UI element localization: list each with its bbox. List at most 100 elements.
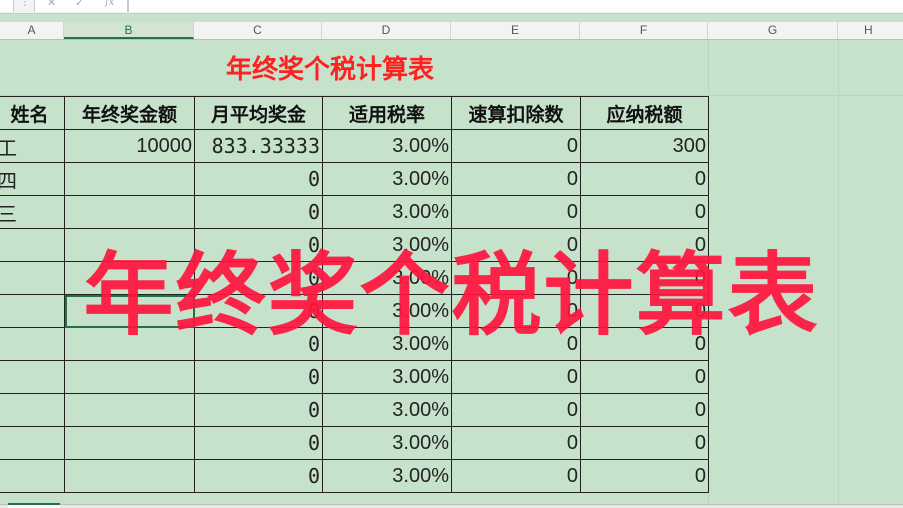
column-header-c[interactable]: C xyxy=(194,22,322,39)
formula-bar: ⋮ ✕ ✓ fx xyxy=(0,0,903,14)
insert-function-icon[interactable]: fx xyxy=(105,0,114,8)
enter-check-icon[interactable]: ✓ xyxy=(75,0,84,9)
cell-rate[interactable]: 3.00% xyxy=(322,393,452,427)
cell-rate[interactable]: 3.00% xyxy=(322,129,452,163)
table-row: 0 3.00% 0 0 xyxy=(0,261,709,295)
sheet-tab[interactable] xyxy=(8,503,60,508)
cell-rate[interactable]: 3.00% xyxy=(322,294,452,328)
header-tax-payable[interactable]: 应纳税额 xyxy=(580,96,709,130)
cell-tax[interactable]: 0 xyxy=(580,327,709,361)
cell-rate[interactable]: 3.00% xyxy=(322,327,452,361)
cell-deduction[interactable]: 0 xyxy=(451,261,581,295)
cell-rate[interactable]: 3.00% xyxy=(322,459,452,493)
name-box[interactable] xyxy=(0,0,14,12)
column-header-d[interactable]: D xyxy=(322,22,451,39)
formula-bar-separator: ⋮ xyxy=(20,0,30,8)
column-header-h[interactable]: H xyxy=(838,22,903,39)
formula-input[interactable] xyxy=(128,0,903,12)
cell-name[interactable] xyxy=(0,261,65,295)
cell-name[interactable] xyxy=(0,228,65,262)
cell-deduction[interactable]: 0 xyxy=(451,294,581,328)
cell-monthly-avg[interactable]: 0 xyxy=(194,459,323,493)
cell-monthly-avg[interactable]: 0 xyxy=(194,195,323,229)
cancel-icon[interactable]: ✕ xyxy=(47,0,56,9)
formula-buttons: ✕ ✓ fx xyxy=(34,0,128,12)
cell-rate[interactable]: 3.00% xyxy=(322,162,452,196)
cell-name[interactable] xyxy=(0,294,65,328)
cell-monthly-avg[interactable]: 833.33333 xyxy=(194,129,323,163)
header-name[interactable]: 姓名 xyxy=(0,96,65,130)
cell-rate[interactable]: 3.00% xyxy=(322,360,452,394)
table-row: 四 0 3.00% 0 0 xyxy=(0,162,709,196)
column-header-f[interactable]: F xyxy=(580,22,708,39)
cell-tax[interactable]: 0 xyxy=(580,426,709,460)
cell-deduction[interactable]: 0 xyxy=(451,228,581,262)
cell-monthly-avg[interactable]: 0 xyxy=(194,294,323,328)
cell-deduction[interactable]: 0 xyxy=(451,195,581,229)
cell-deduction[interactable]: 0 xyxy=(451,426,581,460)
table-row: 0 3.00% 0 0 xyxy=(0,228,709,262)
cell-bonus[interactable] xyxy=(64,393,195,427)
table-row: 0 3.00% 0 0 xyxy=(0,426,709,460)
sheet-title[interactable]: 年终奖个税计算表 xyxy=(64,48,596,92)
table-header-row: 姓名 年终奖金额 月平均奖金 适用税率 速算扣除数 应纳税额 xyxy=(0,96,709,130)
cell-tax[interactable]: 300 xyxy=(580,129,709,163)
cell-name[interactable] xyxy=(0,393,65,427)
header-tax-rate[interactable]: 适用税率 xyxy=(322,96,452,130)
cell-bonus[interactable] xyxy=(64,327,195,361)
cell-bonus[interactable] xyxy=(64,426,195,460)
cell-tax[interactable]: 0 xyxy=(580,228,709,262)
cell-monthly-avg[interactable]: 0 xyxy=(194,261,323,295)
cell-bonus[interactable] xyxy=(64,459,195,493)
cell-bonus[interactable] xyxy=(64,162,195,196)
cell-name[interactable]: 三 xyxy=(0,195,65,229)
sheet-grid[interactable]: 年终奖个税计算表 姓名 年终奖金额 月平均奖金 适用税率 速算扣除数 应纳税额 xyxy=(0,40,903,508)
tax-table: 姓名 年终奖金额 月平均奖金 适用税率 速算扣除数 应纳税额 工 10000 8… xyxy=(0,96,709,493)
cell-monthly-avg[interactable]: 0 xyxy=(194,393,323,427)
cell-bonus[interactable] xyxy=(64,228,195,262)
cell-rate[interactable]: 3.00% xyxy=(322,426,452,460)
cell-deduction[interactable]: 0 xyxy=(451,360,581,394)
header-bonus-amount[interactable]: 年终奖金额 xyxy=(64,96,195,130)
cell-name[interactable] xyxy=(0,360,65,394)
column-header-g[interactable]: G xyxy=(708,22,838,39)
cell-tax[interactable]: 0 xyxy=(580,360,709,394)
selected-cell[interactable] xyxy=(64,294,195,328)
cell-tax[interactable]: 0 xyxy=(580,261,709,295)
cell-deduction[interactable]: 0 xyxy=(451,129,581,163)
cell-name[interactable]: 四 xyxy=(0,162,65,196)
header-monthly-average[interactable]: 月平均奖金 xyxy=(194,96,323,130)
cell-tax[interactable]: 0 xyxy=(580,459,709,493)
column-header-a[interactable]: A xyxy=(0,22,64,39)
table-row: 0 3.00% 0 0 xyxy=(0,360,709,394)
cell-monthly-avg[interactable]: 0 xyxy=(194,327,323,361)
cell-name[interactable] xyxy=(0,327,65,361)
status-bar xyxy=(0,504,903,508)
cell-deduction[interactable]: 0 xyxy=(451,162,581,196)
cell-deduction[interactable]: 0 xyxy=(451,393,581,427)
cell-deduction[interactable]: 0 xyxy=(451,327,581,361)
header-quick-deduction[interactable]: 速算扣除数 xyxy=(451,96,581,130)
cell-deduction[interactable]: 0 xyxy=(451,459,581,493)
cell-rate[interactable]: 3.00% xyxy=(322,261,452,295)
cell-rate[interactable]: 3.00% xyxy=(322,195,452,229)
cell-tax[interactable]: 0 xyxy=(580,393,709,427)
cell-monthly-avg[interactable]: 0 xyxy=(194,162,323,196)
cell-bonus[interactable] xyxy=(64,360,195,394)
cell-bonus[interactable]: 10000 xyxy=(64,129,195,163)
cell-monthly-avg[interactable]: 0 xyxy=(194,228,323,262)
cell-tax[interactable]: 0 xyxy=(580,294,709,328)
table-row: 三 0 3.00% 0 0 xyxy=(0,195,709,229)
cell-bonus[interactable] xyxy=(64,195,195,229)
cell-name[interactable] xyxy=(0,426,65,460)
column-header-e[interactable]: E xyxy=(451,22,580,39)
cell-bonus[interactable] xyxy=(64,261,195,295)
column-header-b[interactable]: B xyxy=(64,22,194,39)
cell-tax[interactable]: 0 xyxy=(580,162,709,196)
cell-name[interactable] xyxy=(0,459,65,493)
cell-rate[interactable]: 3.00% xyxy=(322,228,452,262)
cell-tax[interactable]: 0 xyxy=(580,195,709,229)
cell-monthly-avg[interactable]: 0 xyxy=(194,360,323,394)
cell-name[interactable]: 工 xyxy=(0,129,65,163)
cell-monthly-avg[interactable]: 0 xyxy=(194,426,323,460)
